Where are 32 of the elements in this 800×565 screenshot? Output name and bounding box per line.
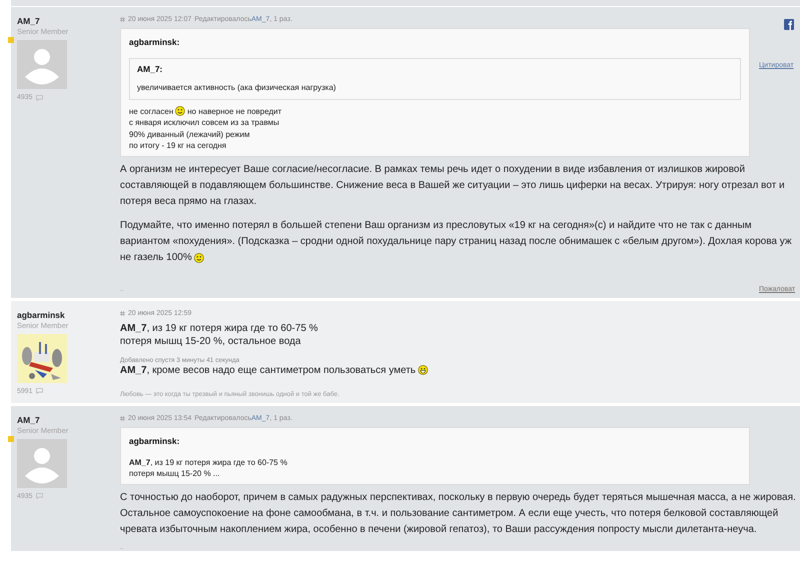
message-icon xyxy=(36,94,43,100)
smiley-icon xyxy=(175,106,186,116)
hash-icon[interactable] xyxy=(120,310,125,316)
facebook-icon[interactable] xyxy=(784,19,794,30)
post-text: не газель 100% xyxy=(120,250,192,264)
message-icon xyxy=(36,493,43,499)
quote-text: но наверное не повредит xyxy=(187,106,282,117)
post-text: Подумайте, что именно потерял в большей степени Ваш организм из пресловутых «19 кг на сегодня»(с) и найдите что не так с данным xyxy=(120,218,752,232)
post-text: AM_7, кроме весов надо еще сантиметром пользоваться уметь xyxy=(120,364,416,376)
quote-author: agbarminsk: xyxy=(129,37,181,47)
post-text: вариантом «похудения». (Подсказка – сродни одной похудальнице пару страниц назад после обнимашек с «белым другом»). Дохлая корова уж xyxy=(120,234,792,248)
avatar-placeholder-icon xyxy=(17,438,67,488)
author-name[interactable]: agbarminsk xyxy=(17,310,65,320)
avatar-placeholder-icon xyxy=(17,40,67,89)
quote-author: AM_7: xyxy=(137,64,164,74)
post-text: С точностью до наоборот, причем в самых радужных перспективах, поскольку в первую очередь будет теряться мышечная масса, а не жировая. Остальное самоуспокоение на фоне самообмана, в т.ч. и пользование сантиметром. А если еще учесть, что потеря белковой составляющей чревата избыточным накоплением жира, особенно в печени (жировой гепатоз), то Ваши рассуждения попросту мысли дилетанта-неуча. xyxy=(120,490,796,536)
quote-text: AM_7, из 19 кг потеря жира где то 60-75 % потеря мышц 15-20 % ... xyxy=(129,456,288,480)
smiley-icon xyxy=(194,252,204,262)
message-icon xyxy=(36,388,43,394)
author-name[interactable]: AM_7 xyxy=(17,414,40,424)
quote-text: не согласен xyxy=(129,106,174,117)
hash-icon[interactable] xyxy=(120,17,125,22)
quote-author: agbarminsk: xyxy=(129,436,181,446)
author-name[interactable]: AM_7 xyxy=(17,16,40,26)
quote-text: по итогу - 19 кг на сегодня xyxy=(129,140,226,152)
smiley-icon xyxy=(418,365,428,375)
quote-text: увеличивается активность (ака физическая нагрузка) xyxy=(137,82,337,94)
hash-icon[interactable] xyxy=(120,416,125,420)
quote-text: с января исключил совсем из за травмы xyxy=(129,117,280,128)
post-text: AM_7, из 19 кг потеря жира где то 60-75 % потеря мышц 15-20 %, остальное вода xyxy=(120,322,318,348)
quote-text: 90% диванный (лежачий) режим xyxy=(129,128,250,140)
post-text: А организм не интересует Ваше согласие/несогласие. В рамках темы речь идет о похудении в виде избавления от излишков жировой составляющей в подавляющем большинстве. Снижение веса в Вашей же ситуации – это лишь циферки на весах. Утрируя: ногу отрезал вот и потеря веса прямо на глазах. xyxy=(120,162,785,208)
